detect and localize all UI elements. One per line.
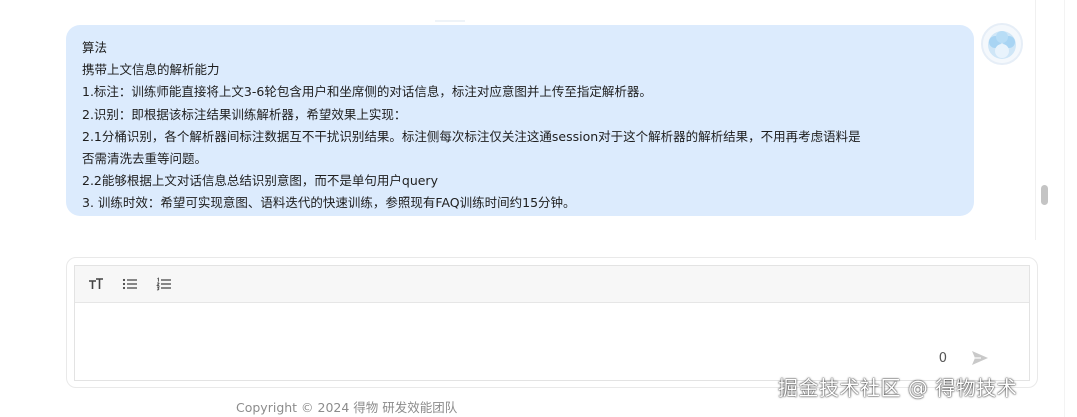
bullet-list-icon [122, 278, 137, 290]
page-edge [1064, 0, 1077, 417]
message-bubble: 算法 携带上文信息的解析能力 1.标注：训练师能直接将上文3-6轮包含用户和坐席… [66, 25, 974, 216]
numbered-list-button[interactable] [153, 273, 175, 295]
char-counter: 0 [938, 351, 947, 366]
send-icon [972, 351, 988, 365]
divider [435, 20, 465, 22]
editor-toolbar [75, 266, 1029, 303]
message-input[interactable] [75, 303, 1029, 382]
bullet-list-button[interactable] [119, 273, 141, 295]
message-line: 携带上文信息的解析能力 [82, 62, 220, 78]
send-button[interactable] [969, 348, 991, 368]
chat-area: 算法 携带上文信息的解析能力 1.标注：训练师能直接将上文3-6轮包含用户和坐席… [0, 0, 1077, 250]
message-line: 2.2能够根据上文对话信息总结识别意图，而不是单句用户query [82, 173, 438, 189]
text-size-button[interactable] [85, 273, 107, 295]
message-line: 否需清洗去重等问题。 [82, 151, 208, 167]
message-line: 3. 训练时效：希望可实现意图、语料迭代的快速训练，参照现有FAQ训练时间约15… [82, 195, 576, 211]
watermark: 掘金技术社区 @ 得物技术 [778, 376, 1018, 400]
message-line: 算法 [82, 40, 108, 55]
scrollbar-thumb[interactable] [1041, 185, 1048, 205]
text-size-icon [89, 278, 103, 289]
message-line: 2.1分桶识别，各个解析器间标注数据互不干扰识别结果。标注侧每次标注仅关注这通s… [82, 128, 861, 144]
numbered-list-icon [156, 277, 171, 291]
copyright-footer: Copyright © 2024 得物 研发效能团队 [236, 400, 458, 415]
rich-text-editor: 0 [74, 265, 1030, 381]
avatar-icon [983, 25, 1021, 63]
message-line: 1.标注：训练师能直接将上文3-6轮包含用户和坐席侧的对话信息，标注对应意图并上… [82, 84, 652, 100]
message-line: 2.识别：即根据该标注结果训练解析器，希望效果上实现： [82, 106, 407, 122]
user-avatar[interactable] [981, 23, 1023, 65]
message-composer: 0 [66, 257, 1038, 388]
